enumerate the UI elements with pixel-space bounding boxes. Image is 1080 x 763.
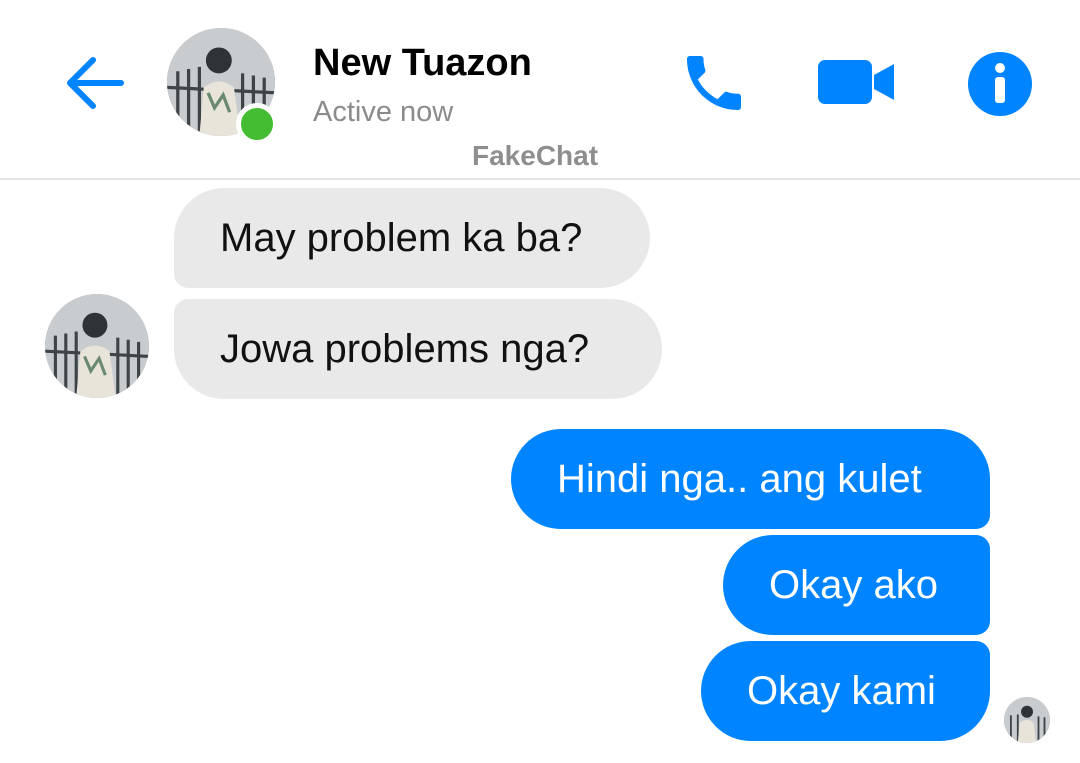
video-call-button[interactable] — [814, 52, 898, 112]
info-icon — [968, 52, 1032, 116]
outgoing-message[interactable]: Hindi nga.. ang kulet — [511, 429, 990, 529]
online-status-indicator — [236, 103, 278, 145]
video-camera-icon — [818, 60, 894, 104]
incoming-message[interactable]: May problem ka ba? — [174, 188, 650, 288]
contact-name[interactable]: New Tuazon — [313, 42, 532, 85]
active-status: Active now — [313, 96, 454, 128]
back-arrow-icon — [67, 57, 124, 109]
outgoing-message[interactable]: Okay kami — [701, 641, 990, 741]
avatar-photo — [1004, 697, 1050, 743]
conversation-info-button[interactable] — [966, 50, 1034, 118]
voice-call-button[interactable] — [676, 46, 752, 120]
incoming-message[interactable]: Jowa problems nga? — [174, 299, 662, 399]
phone-icon — [687, 56, 741, 110]
contact-avatar-small[interactable] — [45, 294, 149, 398]
back-button[interactable] — [58, 48, 130, 118]
avatar-photo — [45, 294, 149, 398]
seen-receipt-avatar — [1004, 697, 1050, 743]
watermark: FakeChat — [472, 140, 599, 171]
outgoing-message[interactable]: Okay ako — [723, 535, 990, 635]
chat-header: New Tuazon Active now FakeChat — [0, 0, 1080, 180]
